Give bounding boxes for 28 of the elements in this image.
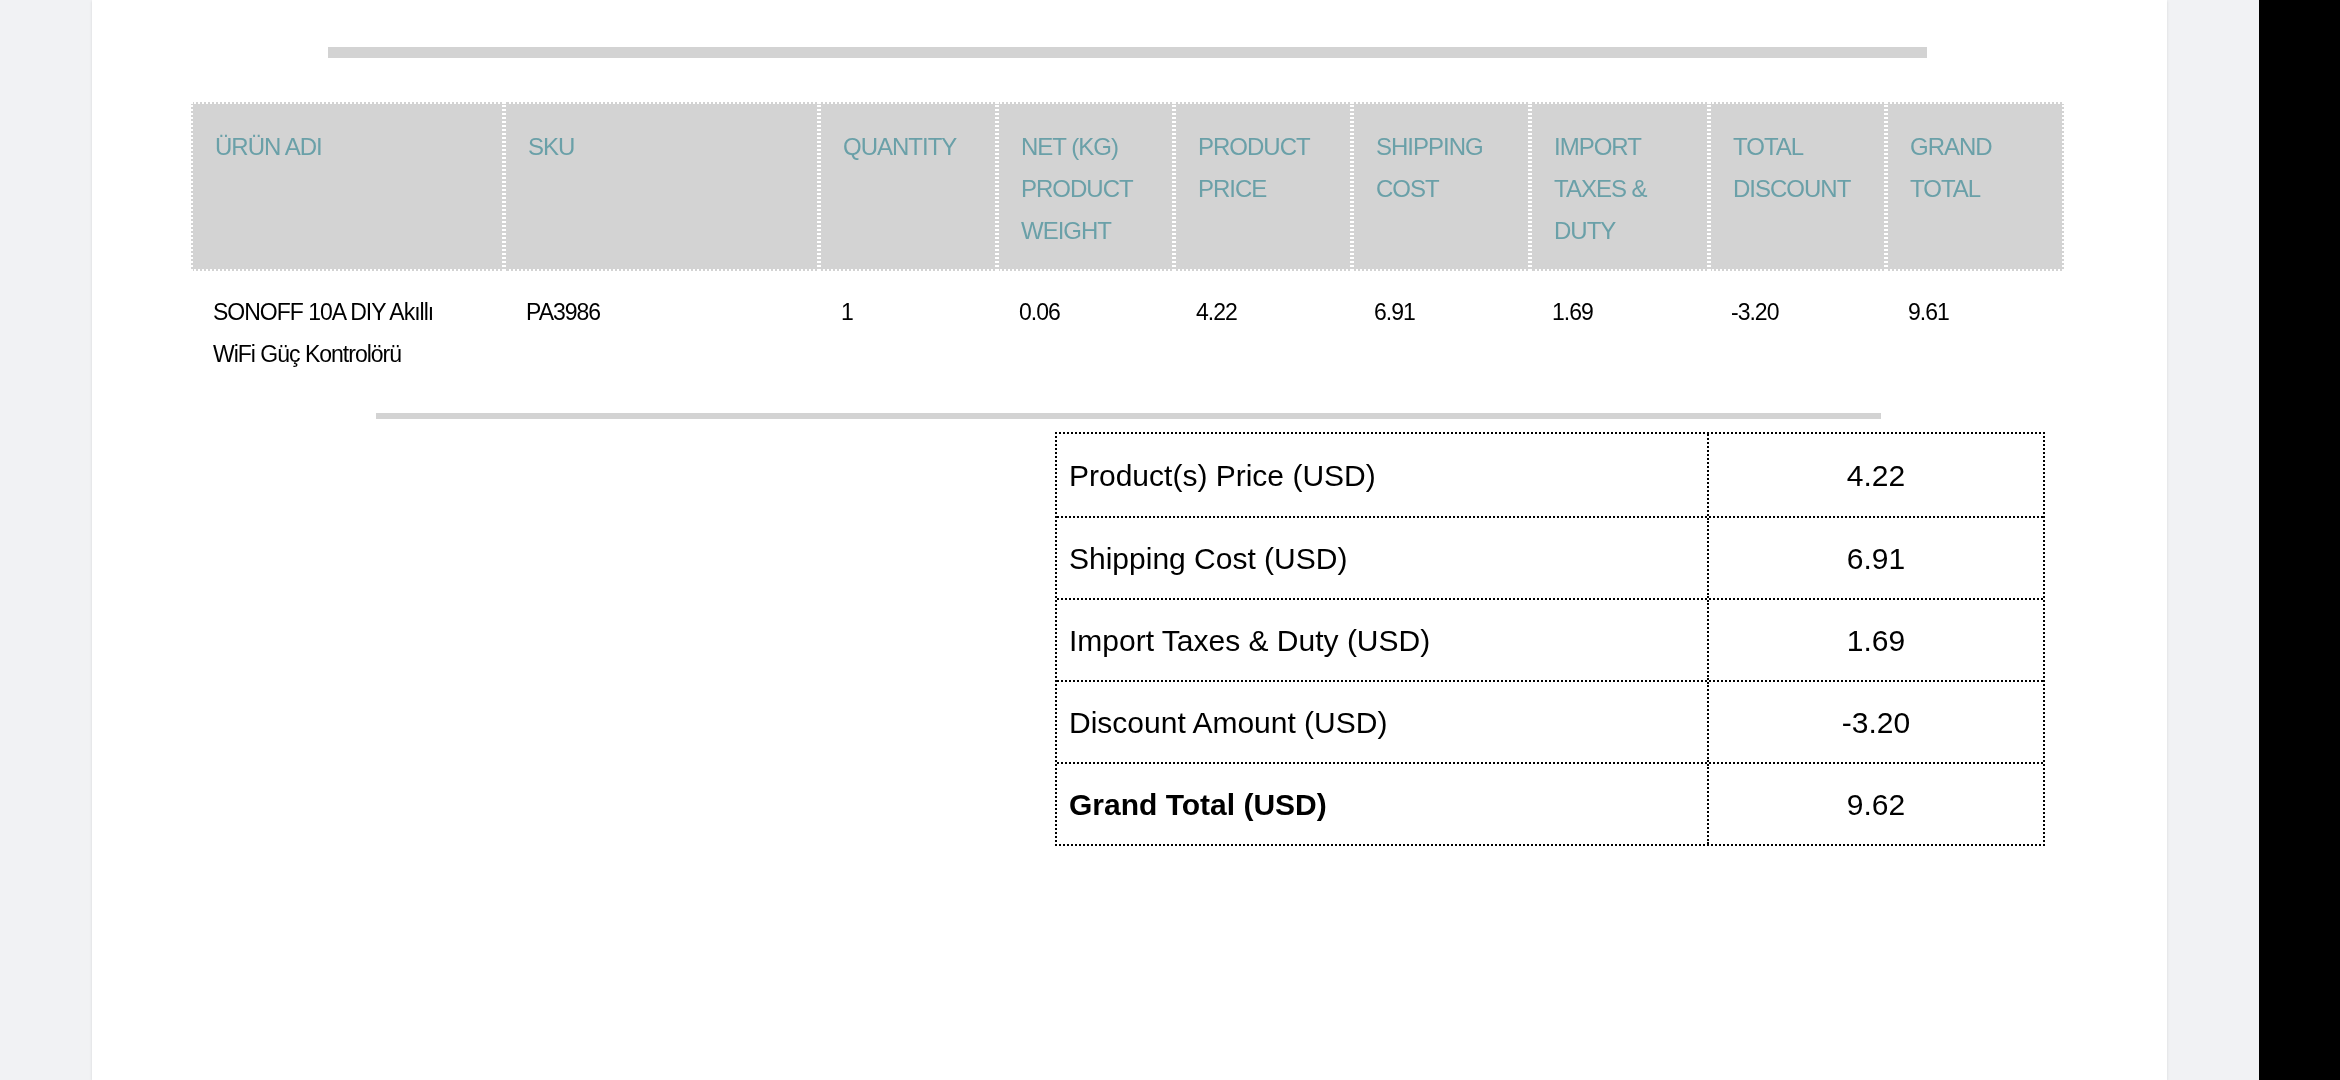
column-header: SHIPPING COST	[1352, 102, 1530, 271]
table-cell-text: 6.91	[1373, 298, 1416, 327]
table-cell-text: SONOFF 10A DIY Akıllı WiFi Güç Kontrolörü	[212, 298, 435, 369]
summary-value: 4.22	[1845, 457, 1907, 494]
summary-value: 1.69	[1845, 622, 1907, 659]
summary-label: Grand Total (USD)	[1057, 764, 1709, 844]
column-header: PRODUCT PRICE	[1174, 102, 1352, 271]
summary-value: 9.62	[1845, 786, 1907, 823]
summary-label: Product(s) Price (USD)	[1057, 434, 1709, 516]
column-header: IMPORT TAXES & DUTY	[1530, 102, 1709, 271]
summary-label: Discount Amount (USD)	[1057, 682, 1709, 762]
table-cell-text: 1.69	[1551, 298, 1594, 327]
summary-label: Shipping Cost (USD)	[1057, 518, 1709, 598]
summary-value: -3.20	[1840, 704, 1912, 741]
table-cell-text: 4.22	[1195, 298, 1238, 327]
table-cell-text: -3.20	[1730, 298, 1780, 327]
column-header: SKU	[504, 102, 819, 271]
summary-value: 6.91	[1845, 540, 1907, 577]
column-header: GRAND TOTAL	[1886, 102, 2064, 271]
column-header: TOTAL DISCOUNT	[1709, 102, 1886, 271]
table-cell-text: 0.06	[1018, 298, 1061, 327]
column-header: QUANTITY	[819, 102, 997, 271]
table-cell-text: PA3986	[525, 298, 602, 327]
table-cell-text: 9.61	[1907, 298, 1950, 327]
column-header: NET (KG) PRODUCT WEIGHT	[997, 102, 1174, 271]
summary-label: Import Taxes & Duty (USD)	[1057, 600, 1709, 680]
column-header: ÜRÜN ADI	[191, 102, 504, 271]
table-cell-text: 1	[840, 298, 854, 327]
